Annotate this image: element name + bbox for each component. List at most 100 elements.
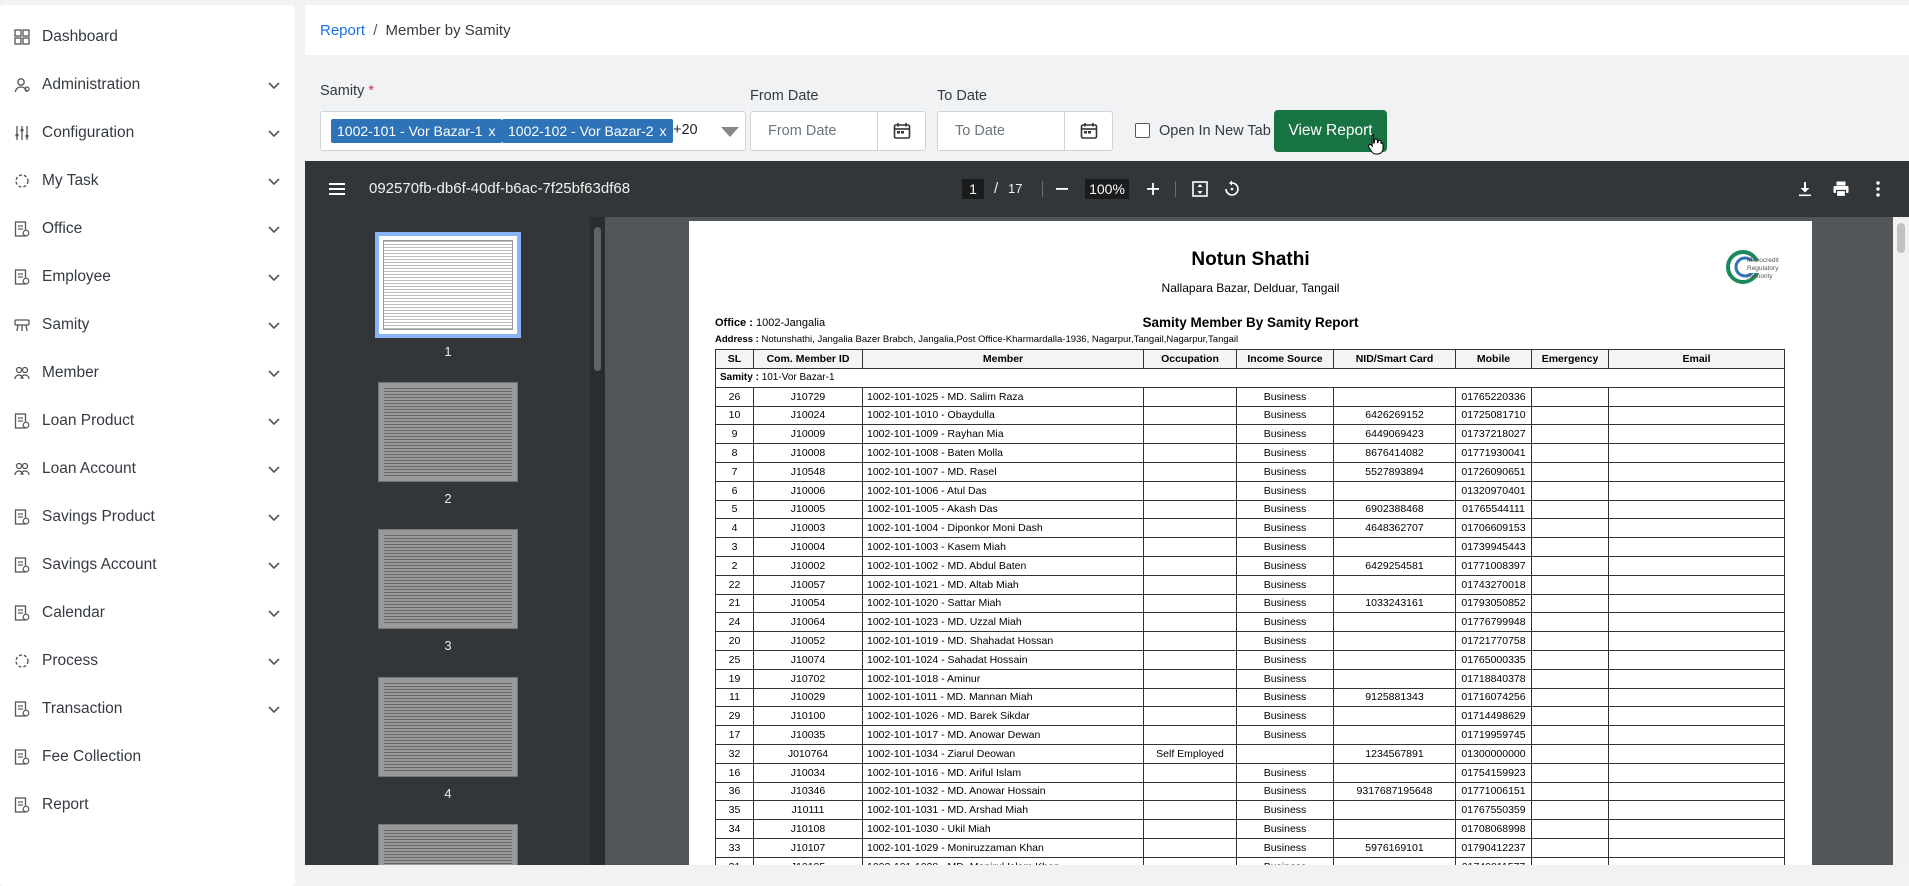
table-cell: Business <box>1236 574 1334 595</box>
sidebar-item-calendar[interactable]: Calendar <box>0 593 295 633</box>
table-cell: 01320970401 <box>1455 480 1532 501</box>
sidebar-item-label: Calendar <box>42 604 105 621</box>
table-cell: 01719959745 <box>1455 725 1532 745</box>
table-cell: 1002-101-1011 - MD. Mannan Miah <box>862 687 1144 708</box>
sidebar-item-savings-product[interactable]: Savings Product <box>0 497 295 537</box>
sidebar-item-dashboard[interactable]: Dashboard <box>0 17 295 57</box>
table-cell <box>1143 631 1237 651</box>
table-cell: 1002-101-1025 - MD. Salim Raza <box>862 386 1144 407</box>
page-thumbnail[interactable] <box>378 677 518 777</box>
grid-icon <box>14 29 30 45</box>
table-cell: J10024 <box>753 405 863 426</box>
sidebar-item-office[interactable]: Office <box>0 209 295 249</box>
fit-page-icon[interactable] <box>1190 179 1210 199</box>
table-cell <box>1531 386 1609 407</box>
menu-icon[interactable] <box>327 179 347 199</box>
table-cell <box>1608 537 1785 557</box>
dropdown-caret-icon[interactable] <box>721 127 739 137</box>
table-row: 32 J010764 1002-101-1034 - Ziarul Deowan Se… <box>715 743 1785 764</box>
column-header: Occupation <box>1143 349 1237 369</box>
table-cell: J10346 <box>753 781 863 802</box>
open-new-tab-label[interactable]: Open In New Tab <box>1159 123 1271 139</box>
chevron-down-icon <box>268 370 280 378</box>
page-scrollbar[interactable] <box>1893 217 1909 865</box>
open-new-tab-checkbox[interactable] <box>1135 123 1150 138</box>
page-thumbnail[interactable] <box>378 824 518 865</box>
sidebar-item-member[interactable]: Member <box>0 353 295 393</box>
table-cell: 1002-101-1003 - Kasem Miah <box>862 537 1144 557</box>
more-vertical-icon[interactable] <box>1868 179 1888 199</box>
breadcrumb-report-link[interactable]: Report <box>320 22 365 39</box>
table-cell <box>1608 405 1785 426</box>
sidebar-item-fee-collection[interactable]: Fee Collection <box>0 737 295 777</box>
table-cell: Self Employed <box>1143 743 1237 764</box>
table-row: 26 J10729 1002-101-1025 - MD. Salim Raza Bu… <box>715 386 1785 407</box>
samity-chip-label: 1002-102 - Vor Bazar-2 <box>508 123 654 139</box>
table-cell: J10064 <box>753 612 863 633</box>
report-icon <box>14 557 30 573</box>
table-cell <box>1333 668 1456 689</box>
table-cell: 01765220336 <box>1455 386 1532 407</box>
report-icon <box>14 749 30 765</box>
chip-remove-icon[interactable]: x <box>489 123 496 139</box>
report-address: Address : Notunshathi, Jangalia Bazer Br… <box>715 334 1239 345</box>
page-thumbnail[interactable] <box>375 232 521 338</box>
chip-remove-icon[interactable]: x <box>660 123 667 139</box>
table-cell <box>1333 386 1456 407</box>
table-cell <box>1333 762 1456 783</box>
column-header: NID/Smart Card <box>1333 349 1456 369</box>
download-icon[interactable] <box>1795 179 1815 199</box>
table-cell: 1002-101-1008 - Baten Molla <box>862 443 1144 463</box>
table-cell: 36 <box>715 781 754 802</box>
sidebar-item-my-task[interactable]: My Task <box>0 161 295 201</box>
thumbnail-scrollbar[interactable] <box>590 217 605 865</box>
zoom-level-input[interactable]: 100% <box>1085 179 1129 199</box>
sidebar-item-configuration[interactable]: Configuration <box>0 113 295 153</box>
rotate-icon[interactable] <box>1222 179 1242 199</box>
page-thumbnail[interactable] <box>378 382 518 482</box>
page-number-input[interactable]: 1 <box>962 179 984 199</box>
table-cell <box>1608 424 1785 445</box>
sidebar-item-savings-account[interactable]: Savings Account <box>0 545 295 585</box>
zoom-in-icon[interactable] <box>1143 179 1163 199</box>
sidebar-item-process[interactable]: Process <box>0 641 295 681</box>
sidebar-item-samity[interactable]: Samity <box>0 305 295 345</box>
print-icon[interactable] <box>1831 179 1851 199</box>
table-cell <box>1531 668 1609 689</box>
samity-multiselect[interactable]: 1002-101 - Vor Bazar-1 x 1002-102 - Vor B… <box>320 111 746 151</box>
sidebar-item-report[interactable]: Report <box>0 785 295 825</box>
from-date-input[interactable] <box>751 112 877 150</box>
page-thumbnail[interactable] <box>378 529 518 629</box>
chevron-down-icon <box>268 514 280 522</box>
table-row: 36 J10346 1002-101-1032 - MD. Anowar Hossa… <box>715 781 1785 802</box>
table-cell: 1002-101-1005 - Akash Das <box>862 499 1144 520</box>
sidebar-item-label: Savings Product <box>42 508 155 525</box>
sidebar: Dashboard Administration Configuration My T… <box>0 5 295 886</box>
table-cell <box>1143 762 1237 783</box>
table-cell: 1002-101-1018 - Aminur <box>862 668 1144 689</box>
table-cell <box>1608 856 1785 865</box>
sidebar-item-transaction[interactable]: Transaction <box>0 689 295 729</box>
table-cell: J10702 <box>753 668 863 689</box>
table-cell: J10100 <box>753 706 863 727</box>
to-date-input[interactable] <box>938 112 1064 150</box>
zoom-out-icon[interactable] <box>1052 179 1072 199</box>
sidebar-item-label: Administration <box>42 76 141 93</box>
sidebar-item-administration[interactable]: Administration <box>0 65 295 105</box>
table-row: 25 J10074 1002-101-1024 - Sahadat Hossain B… <box>715 649 1785 670</box>
sidebar-item-loan-product[interactable]: Loan Product <box>0 401 295 441</box>
table-cell: 9 <box>715 424 754 445</box>
table-row: 22 J10057 1002-101-1021 - MD. Altab Miah Bu… <box>715 574 1785 595</box>
table-cell: Business <box>1236 386 1334 407</box>
breadcrumb: Report / Member by Samity <box>320 22 511 39</box>
calendar-icon[interactable] <box>1064 112 1112 150</box>
calendar-icon[interactable] <box>877 112 925 150</box>
chevron-down-icon <box>268 562 280 570</box>
pdf-viewer: 092570fb-db6f-40df-b6ac-7f25bf63df68 1 /… <box>305 161 1909 865</box>
table-cell <box>1608 668 1785 689</box>
sidebar-item-loan-account[interactable]: Loan Account <box>0 449 295 489</box>
sidebar-item-label: Transaction <box>42 700 123 717</box>
table-cell: 5976169101 <box>1333 837 1456 858</box>
pdf-page: Notun Shathi Nallapara Bazar, Delduar, T… <box>689 221 1812 865</box>
sidebar-item-employee[interactable]: Employee <box>0 257 295 297</box>
